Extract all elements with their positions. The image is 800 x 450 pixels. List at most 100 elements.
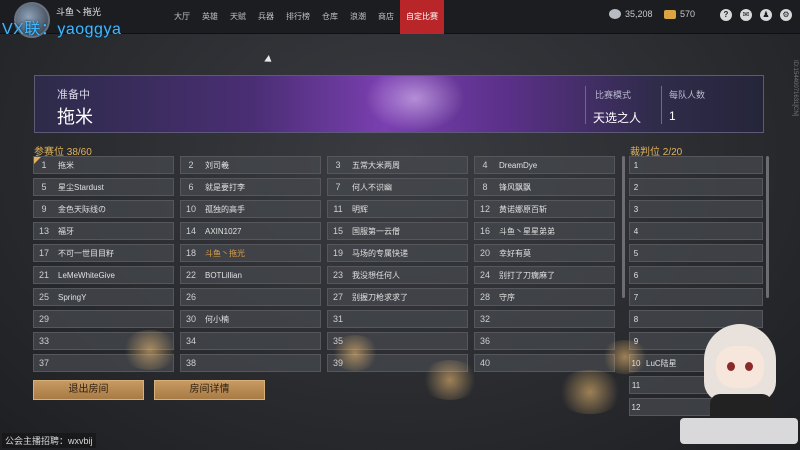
referee-slot[interactable]: 2 bbox=[629, 178, 763, 196]
slot-number: 4 bbox=[482, 160, 488, 170]
participant-slot[interactable]: 22 BOTLillian bbox=[180, 266, 321, 284]
nav-tab[interactable]: 自定比赛 bbox=[400, 0, 444, 34]
settings-icon[interactable]: ⚙ bbox=[780, 9, 792, 21]
slot-number: 17 bbox=[38, 248, 49, 258]
participant-slot[interactable]: 2 刘司羲 bbox=[180, 156, 321, 174]
slot-number: 33 bbox=[38, 336, 49, 346]
player-name: 刘司羲 bbox=[205, 160, 229, 170]
slot-number: 20 bbox=[479, 248, 490, 258]
participant-slot[interactable]: 5 星尘Stardust bbox=[33, 178, 174, 196]
slot-number: 2 bbox=[188, 160, 194, 170]
player-name: 何人不识幽 bbox=[352, 182, 392, 192]
nav-tab[interactable]: 仓库 bbox=[316, 0, 344, 34]
nav-tab[interactable]: 排行榜 bbox=[280, 0, 316, 34]
leave-room-button[interactable]: 退出房间 bbox=[33, 380, 144, 400]
participant-slot[interactable]: 7 何人不识幽 bbox=[327, 178, 468, 196]
player-name: DreamDye bbox=[499, 160, 538, 170]
participant-slot[interactable]: 36 bbox=[474, 332, 615, 350]
participant-slot[interactable]: 34 bbox=[180, 332, 321, 350]
participant-slot[interactable]: 14 AXIN1027 bbox=[180, 222, 321, 240]
mail-icon[interactable]: ✉ bbox=[740, 9, 752, 21]
participant-slot[interactable]: 24 别打了刀瘸麻了 bbox=[474, 266, 615, 284]
nav-tab[interactable]: 英雄 bbox=[196, 0, 224, 34]
player-name: 不可一世目目籽 bbox=[58, 248, 114, 258]
slot-number: 2 bbox=[633, 182, 639, 192]
referee-slot[interactable]: 3 bbox=[629, 200, 763, 218]
participant-slot[interactable]: 16 斗鱼丶星星弟弟 bbox=[474, 222, 615, 240]
participant-slot[interactable]: 30 何小楠 bbox=[180, 310, 321, 328]
slot-number: 11 bbox=[631, 380, 641, 390]
nav-tab[interactable]: 天赋 bbox=[224, 0, 252, 34]
referee-slot[interactable]: 4 bbox=[629, 222, 763, 240]
participant-scrollbar[interactable] bbox=[622, 156, 625, 298]
slot-number: 1 bbox=[41, 160, 47, 170]
participant-slot[interactable]: 3 五常大米两周 bbox=[327, 156, 468, 174]
silver-amount: 35,208 bbox=[625, 9, 653, 19]
participant-slot[interactable]: 28 守序 bbox=[474, 288, 615, 306]
participant-slot[interactable]: 32 bbox=[474, 310, 615, 328]
slot-number: 19 bbox=[332, 248, 343, 258]
player-name: 拖米 bbox=[58, 160, 74, 170]
banner-divider bbox=[585, 86, 586, 124]
slot-number: 30 bbox=[185, 314, 196, 324]
participant-slot[interactable]: 12 黄诺娜原百斩 bbox=[474, 200, 615, 218]
player-name: 马场的专属快递 bbox=[352, 248, 408, 258]
participant-slot[interactable]: 9 金色天际线の bbox=[33, 200, 174, 218]
referee-scrollbar[interactable] bbox=[766, 156, 769, 298]
referee-slot[interactable]: 6 bbox=[629, 266, 763, 284]
participant-slot[interactable]: 15 国服第一云僧 bbox=[327, 222, 468, 240]
participant-slot[interactable]: 10 孤独的高手 bbox=[180, 200, 321, 218]
referee-slot[interactable]: 7 bbox=[629, 288, 763, 306]
participant-slot[interactable]: 8 锋风飘飘 bbox=[474, 178, 615, 196]
room-name: 拖米 bbox=[57, 107, 93, 127]
light-glow bbox=[330, 335, 380, 371]
participant-slot[interactable]: 18 斗鱼丶拖光 bbox=[180, 244, 321, 262]
participant-slot[interactable]: 6 就是要打李 bbox=[180, 178, 321, 196]
slot-number: 8 bbox=[482, 182, 488, 192]
participant-slot[interactable]: 23 我没想任何人 bbox=[327, 266, 468, 284]
light-glow bbox=[555, 370, 625, 414]
help-icon[interactable]: ? bbox=[720, 9, 732, 21]
participant-slot[interactable]: 1 拖米 bbox=[33, 156, 174, 174]
slot-number: 5 bbox=[633, 248, 639, 258]
referee-slot[interactable]: 5 bbox=[629, 244, 763, 262]
friends-icon[interactable]: ♟ bbox=[760, 9, 772, 21]
player-name: 星尘Stardust bbox=[58, 182, 104, 192]
nav-tab[interactable]: 兵器 bbox=[252, 0, 280, 34]
slot-number: 4 bbox=[633, 226, 639, 236]
room-details-button[interactable]: 房间详情 bbox=[154, 380, 265, 400]
nav-tab[interactable]: 大厅 bbox=[168, 0, 196, 34]
participant-slot[interactable]: 27 别握刀枪求求了 bbox=[327, 288, 468, 306]
participant-slot[interactable]: 25 SpringY bbox=[33, 288, 174, 306]
nav-tab[interactable]: 浪潮 bbox=[344, 0, 372, 34]
participant-slot[interactable]: 11 明辉 bbox=[327, 200, 468, 218]
player-name: 斗鱼丶星星弟弟 bbox=[499, 226, 555, 236]
silver-currency: 35,208 bbox=[609, 9, 653, 19]
participant-slot[interactable]: 19 马场的专属快递 bbox=[327, 244, 468, 262]
slot-number: 32 bbox=[479, 314, 490, 324]
room-banner: 准备中 拖米 比赛模式 天选之人 每队人数 1 bbox=[34, 75, 764, 133]
player-name: 福牙 bbox=[58, 226, 74, 236]
participant-slot[interactable]: 20 幸好有莫 bbox=[474, 244, 615, 262]
participant-slot[interactable]: 31 bbox=[327, 310, 468, 328]
slot-number: 6 bbox=[633, 270, 639, 280]
participant-slot[interactable]: 29 bbox=[33, 310, 174, 328]
slot-number: 28 bbox=[479, 292, 490, 302]
participant-slot[interactable]: 17 不可一世目目籽 bbox=[33, 244, 174, 262]
player-name: 幸好有莫 bbox=[499, 248, 531, 258]
slot-number: 16 bbox=[479, 226, 490, 236]
participant-slot[interactable]: 21 LeMeWhiteGive bbox=[33, 266, 174, 284]
gold-amount: 570 bbox=[680, 9, 696, 19]
team-size-value: 1 bbox=[669, 109, 676, 123]
slot-number: 38 bbox=[185, 358, 196, 368]
slot-number: 21 bbox=[38, 270, 49, 280]
light-glow bbox=[420, 360, 480, 400]
participant-slot[interactable]: 13 福牙 bbox=[33, 222, 174, 240]
participant-slot[interactable]: 38 bbox=[180, 354, 321, 372]
referee-slot[interactable]: 1 bbox=[629, 156, 763, 174]
nav-tab[interactable]: 商店 bbox=[372, 0, 400, 34]
participant-slot[interactable]: 4 DreamDye bbox=[474, 156, 615, 174]
light-glow bbox=[120, 330, 180, 370]
slot-number: 6 bbox=[188, 182, 194, 192]
participant-slot[interactable]: 26 bbox=[180, 288, 321, 306]
